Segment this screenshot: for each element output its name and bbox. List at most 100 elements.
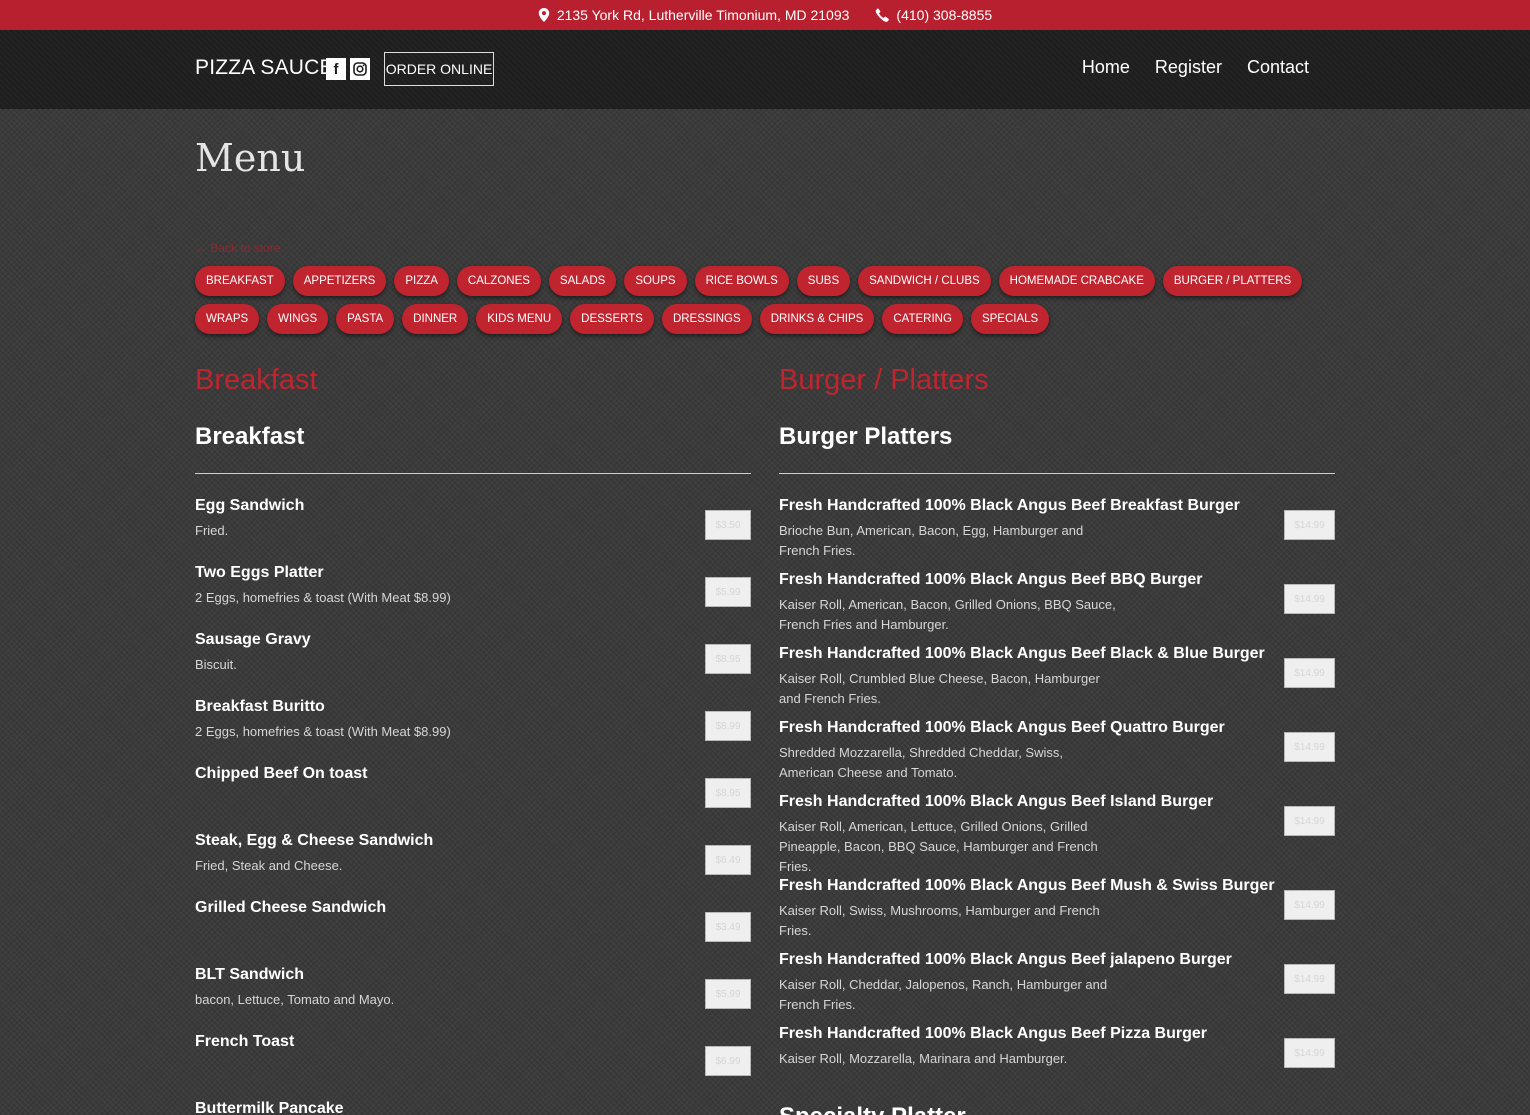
map-pin-icon <box>538 8 550 22</box>
menu-item[interactable]: Breakfast Buritto 2 Eggs, homefries & toa… <box>195 698 751 765</box>
breakfast-section: Breakfast Breakfast Egg Sandwich Fried. $3… <box>195 364 751 1115</box>
category-pill[interactable]: WINGS <box>267 304 329 334</box>
menu-item-description: Brioche Bun, American, Bacon, Egg, Hambu… <box>779 523 1084 558</box>
category-pill[interactable]: RICE BOWLS <box>694 266 789 296</box>
category-pill[interactable]: HOMEMADE CRABCAKE <box>998 266 1155 296</box>
menu-item[interactable]: Fresh Handcrafted 100% Black Angus Beef … <box>779 877 1335 951</box>
section-divider <box>779 473 1335 474</box>
section-subtitle: Breakfast <box>195 423 305 450</box>
add-to-cart-price-button[interactable]: $8.95 <box>705 778 751 808</box>
section-title: Breakfast <box>195 364 318 396</box>
category-pill[interactable]: BREAKFAST <box>195 266 285 296</box>
menu-item-name: Fresh Handcrafted 100% Black Angus Beef … <box>779 951 1232 968</box>
menu-item-description: Fried. <box>195 523 229 538</box>
menu-item[interactable]: BLT Sandwich bacon, Lettuce, Tomato and M… <box>195 966 751 1033</box>
menu-item[interactable]: Fresh Handcrafted 100% Black Angus Beef … <box>779 951 1335 1025</box>
phone-icon <box>876 8 890 22</box>
menu-item-description: Kaiser Roll, Cheddar, Jalopenos, Ranch, … <box>779 977 1108 1012</box>
add-to-cart-price-button[interactable]: $6.99 <box>705 1046 751 1076</box>
menu-item-description: Kaiser Roll, Crumbled Blue Cheese, Bacon… <box>779 671 1100 706</box>
menu-item[interactable]: Fresh Handcrafted 100% Black Angus Beef … <box>779 1025 1335 1099</box>
add-to-cart-price-button[interactable]: $14.99 <box>1284 806 1335 836</box>
add-to-cart-price-button[interactable]: $5.99 <box>705 577 751 607</box>
category-pill[interactable]: SALADS <box>548 266 617 296</box>
menu-item-description: 2 Eggs, homefries & toast (With Meat $8.… <box>195 724 451 739</box>
menu-item[interactable]: Fresh Handcrafted 100% Black Angus Beef … <box>779 793 1335 877</box>
address-text: 2135 York Rd, Lutherville Timonium, MD 2… <box>556 7 850 23</box>
category-pill[interactable]: PASTA <box>336 304 395 334</box>
add-to-cart-price-button[interactable]: $14.99 <box>1284 510 1335 540</box>
menu-item-name: Grilled Cheese Sandwich <box>195 899 387 916</box>
add-to-cart-price-button[interactable]: $14.99 <box>1284 964 1335 994</box>
facebook-icon[interactable]: f <box>326 58 346 80</box>
add-to-cart-price-button[interactable]: $3.50 <box>705 510 751 540</box>
phone-info[interactable]: (410) 308-8855 <box>875 7 992 23</box>
menu-item[interactable]: Grilled Cheese Sandwich $3.49 <box>195 899 751 966</box>
instagram-icon[interactable] <box>350 58 370 80</box>
menu-item-name: Breakfast Buritto <box>195 698 325 715</box>
add-to-cart-price-button[interactable]: $8.99 <box>705 711 751 741</box>
category-pill[interactable]: CALZONES <box>456 266 541 296</box>
order-online-button[interactable]: ORDER ONLINE <box>384 52 494 86</box>
section-subtitle: Burger Platters <box>779 423 953 450</box>
menu-item-name: Fresh Handcrafted 100% Black Angus Beef … <box>779 1025 1207 1042</box>
burger-platters-section: Burger / Platters Burger Platters Fresh … <box>779 364 1335 1115</box>
category-pill[interactable]: CATERING <box>882 304 963 334</box>
category-pill[interactable]: WRAPS <box>195 304 260 334</box>
category-pill[interactable]: SUBS <box>796 266 851 296</box>
category-pill[interactable]: SANDWICH / CLUBS <box>858 266 991 296</box>
add-to-cart-price-button[interactable]: $5.99 <box>705 979 751 1009</box>
add-to-cart-price-button[interactable]: $14.99 <box>1284 732 1335 762</box>
category-pill[interactable]: KIDS MENU <box>476 304 563 334</box>
menu-item[interactable]: Fresh Handcrafted 100% Black Angus Beef … <box>779 497 1335 571</box>
section-divider <box>195 473 751 474</box>
main-navbar: PIZZA SAUCE f ORDER ONLINE Home Register… <box>0 30 1530 109</box>
menu-item[interactable]: Fresh Handcrafted 100% Black Angus Beef … <box>779 571 1335 645</box>
category-pill[interactable]: DRINKS & CHIPS <box>759 304 875 334</box>
back-to-store-link[interactable]: ← Back to store <box>195 241 280 255</box>
nav-register-link[interactable]: Register <box>1155 57 1222 78</box>
menu-item-name: Two Eggs Platter <box>195 564 324 581</box>
category-pill[interactable]: SOUPS <box>624 266 687 296</box>
category-pill[interactable]: BURGER / PLATTERS <box>1162 266 1303 296</box>
nav-contact-link[interactable]: Contact <box>1247 57 1309 78</box>
menu-item-description: bacon, Lettuce, Tomato and Mayo. <box>195 992 395 1007</box>
menu-item[interactable]: Egg Sandwich Fried. $3.50 <box>195 497 751 564</box>
page-title: Menu <box>195 136 306 180</box>
category-pills: BREAKFAST APPETIZERS PIZZA CALZONES SALADS SO… <box>195 266 1335 334</box>
menu-item[interactable]: Sausage Gravy Biscuit. $8.95 <box>195 631 751 698</box>
menu-item[interactable]: Steak, Egg & Cheese Sandwich Fried, Steak… <box>195 832 751 899</box>
menu-item[interactable]: Fresh Handcrafted 100% Black Angus Beef … <box>779 645 1335 719</box>
category-pill[interactable]: DRESSINGS <box>661 304 752 334</box>
menu-item-description: Shredded Mozzarella, Shredded Cheddar, S… <box>779 745 1063 780</box>
menu-item[interactable]: Buttermilk Pancake <box>195 1100 751 1115</box>
menu-item-name: Fresh Handcrafted 100% Black Angus Beef … <box>779 719 1225 736</box>
category-pill[interactable]: APPETIZERS <box>292 266 387 296</box>
menu-item[interactable]: Two Eggs Platter 2 Eggs, homefries & toas… <box>195 564 751 631</box>
nav-home-link[interactable]: Home <box>1082 57 1130 78</box>
menu-item-description: Biscuit. <box>195 657 237 672</box>
menu-item-name: Fresh Handcrafted 100% Black Angus Beef … <box>779 645 1265 662</box>
menu-item-name: Fresh Handcrafted 100% Black Angus Beef … <box>779 497 1240 514</box>
menu-item-name: Steak, Egg & Cheese Sandwich <box>195 832 434 849</box>
menu-item-description: Kaiser Roll, Swiss, Mushrooms, Hamburger… <box>779 903 1100 938</box>
menu-item[interactable]: French Toast $6.99 <box>195 1033 751 1100</box>
category-pill[interactable]: DINNER <box>402 304 469 334</box>
add-to-cart-price-button[interactable]: $3.49 <box>705 912 751 942</box>
add-to-cart-price-button[interactable]: $14.99 <box>1284 890 1335 920</box>
specialty-platter-title: Specialty Platter <box>779 1103 1335 1115</box>
brand-logo[interactable]: PIZZA SAUCE <box>195 56 334 80</box>
add-to-cart-price-button[interactable]: $14.99 <box>1284 1038 1335 1068</box>
category-pill[interactable]: PIZZA <box>394 266 449 296</box>
menu-item-name: Chipped Beef On toast <box>195 765 368 782</box>
add-to-cart-price-button[interactable]: $14.99 <box>1284 658 1335 688</box>
menu-item-name: Buttermilk Pancake <box>195 1100 344 1115</box>
add-to-cart-price-button[interactable]: $14.99 <box>1284 584 1335 614</box>
category-pill[interactable]: DESSERTS <box>570 304 654 334</box>
menu-item[interactable]: Chipped Beef On toast $8.95 <box>195 765 751 832</box>
add-to-cart-price-button[interactable]: $6.49 <box>705 845 751 875</box>
menu-item[interactable]: Fresh Handcrafted 100% Black Angus Beef … <box>779 719 1335 793</box>
address-info[interactable]: 2135 York Rd, Lutherville Timonium, MD 2… <box>538 7 850 23</box>
category-pill[interactable]: SPECIALS <box>970 304 1050 334</box>
add-to-cart-price-button[interactable]: $8.95 <box>705 644 751 674</box>
